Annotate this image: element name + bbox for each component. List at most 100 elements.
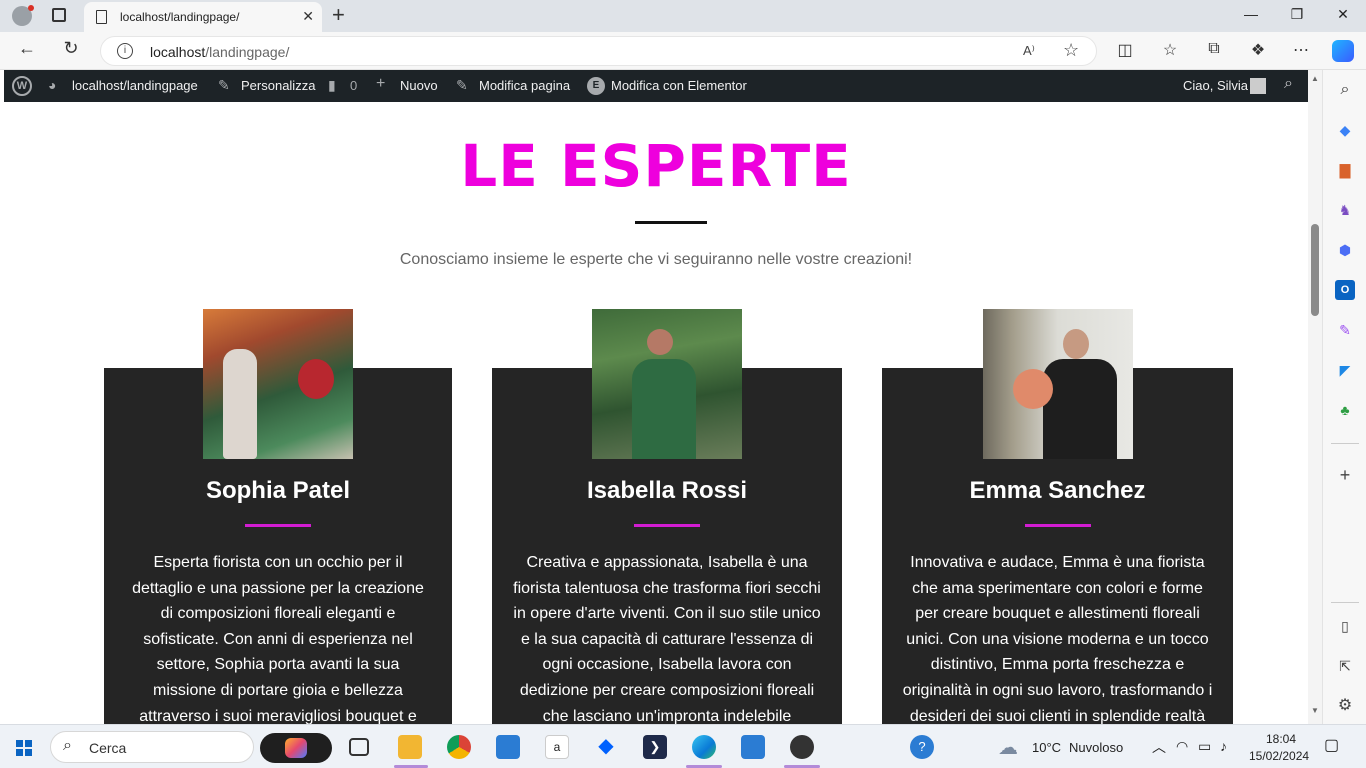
mail-icon[interactable] [741, 735, 765, 759]
expert-bio: Creativa e appassionata, Isabella è una … [513, 554, 821, 724]
brush-icon: ✎ [218, 77, 230, 93]
tray-chevron-icon[interactable]: ︿ [1152, 737, 1166, 757]
scroll-down-icon[interactable]: ▼ [1311, 706, 1319, 715]
powershell-icon[interactable]: ❯ [643, 735, 667, 759]
new-tab-button[interactable]: + [332, 2, 345, 28]
avatar[interactable] [1250, 78, 1266, 94]
search-icon[interactable]: ⌕ [1284, 75, 1293, 93]
edge-sidebar: ⌕ ◆ ▇ ♞ ⬢ O ✎ ◤ ♣ + ▯ ⇱ ⚙ [1322, 70, 1366, 724]
clock-date[interactable]: 15/02/2024 [1249, 749, 1309, 763]
browser-tab[interactable]: localhost/landingpage/ ✕ [84, 2, 322, 32]
browser-tab-strip: localhost/landingpage/ ✕ + — ❐ ✕ [0, 0, 1366, 32]
file-explorer-icon[interactable] [398, 735, 422, 759]
designer-icon[interactable]: ✎ [1335, 320, 1355, 340]
copilot-icon[interactable] [1332, 40, 1354, 62]
collections-icon[interactable]: ⧉ [1203, 40, 1225, 58]
dropbox-icon[interactable]: ◆ [594, 735, 618, 759]
sidebar-divider [1331, 602, 1359, 603]
help-icon[interactable]: ? [910, 735, 934, 759]
start-windows-icon[interactable] [16, 740, 32, 756]
favorites-icon[interactable]: ☆ [1159, 40, 1181, 60]
tools-briefcase-icon[interactable]: ▇ [1335, 160, 1355, 180]
wp-admin-bar: W ◕ localhost/landingpage ✎ Personalizza… [4, 70, 1308, 102]
address-bar[interactable]: i localhost/landingpage/ A⁾ ☆ [100, 36, 1097, 66]
windows-taskbar: ⌕ Cerca a ◆ ❯ ? ☁ 10°C Nuvoloso ︿ ◠ ▭ ♪ … [0, 724, 1366, 768]
admin-site-link[interactable]: localhost/landingpage [72, 78, 198, 93]
section-subtitle: Conosciamo insieme le esperte che vi seg… [399, 251, 913, 268]
wifi-icon[interactable]: ◠ [1176, 738, 1188, 755]
add-icon[interactable]: + [1335, 465, 1355, 485]
settings-gear-icon[interactable]: ⚙ [1335, 696, 1355, 716]
page-favicon-icon [96, 10, 107, 24]
weather-desc[interactable]: Nuvoloso [1069, 740, 1123, 755]
search-icon[interactable]: ⌕ [1335, 80, 1355, 100]
site-info-icon[interactable]: i [117, 43, 133, 59]
notifications-icon[interactable]: ▢ [1324, 735, 1339, 755]
hide-sidebar-icon[interactable]: ▯ [1335, 616, 1355, 636]
comments-count[interactable]: 0 [350, 78, 357, 93]
clock-time[interactable]: 18:04 [1266, 732, 1296, 746]
github-icon[interactable] [790, 735, 814, 759]
expert-bio: Esperta fiorista con un occhio per il de… [132, 554, 424, 724]
more-menu-icon[interactable]: ⋯ [1290, 40, 1312, 60]
task-view-icon[interactable] [349, 738, 369, 756]
extensions-icon[interactable]: ❖ [1247, 40, 1269, 60]
weather-temp[interactable]: 10°C [1032, 740, 1061, 755]
refresh-icon[interactable]: ↻ [60, 38, 82, 59]
wordpress-logo-icon[interactable]: W [12, 76, 32, 96]
battery-icon[interactable]: ▭ [1198, 738, 1211, 755]
weather-cloud-icon[interactable]: ☁ [998, 735, 1018, 760]
tree-icon[interactable]: ♣ [1335, 400, 1355, 420]
favorite-star-icon[interactable]: ☆ [1063, 40, 1079, 61]
volume-icon[interactable]: ♪ [1220, 738, 1227, 754]
store-icon[interactable] [496, 735, 520, 759]
page-content: LE ESPERTE Conosciamo insieme le esperte… [4, 102, 1308, 724]
games-chess-icon[interactable]: ♞ [1335, 200, 1355, 220]
shopping-tag-icon[interactable]: ◆ [1335, 120, 1355, 140]
restore-button[interactable]: ❐ [1274, 6, 1320, 23]
vertical-scrollbar[interactable]: ▲ ▼ [1308, 70, 1322, 724]
expert-bio: Innovativa e audace, Emma è una fiorista… [902, 554, 1213, 724]
expert-name: Sophia Patel [205, 477, 351, 504]
scrollbar-thumb[interactable] [1311, 224, 1319, 316]
external-link-icon[interactable]: ⇱ [1335, 656, 1355, 676]
user-greeting[interactable]: Ciao, Silvia [1183, 78, 1248, 93]
expert-name: Isabella Rossi [586, 477, 748, 504]
url-path: /landingpage/ [205, 44, 290, 60]
expert-divider [245, 524, 311, 527]
search-label: Cerca [89, 740, 127, 756]
tab-title: localhost/landingpage/ [120, 10, 240, 24]
drop-icon[interactable]: ◤ [1335, 360, 1355, 380]
section-heading: LE ESPERTE [460, 132, 852, 200]
copilot-taskbar-icon[interactable] [260, 733, 332, 763]
read-aloud-icon[interactable]: A⁾ [1023, 43, 1035, 59]
expert-divider [1025, 524, 1091, 527]
search-icon: ⌕ [63, 737, 72, 754]
outlook-icon[interactable]: O [1335, 280, 1355, 300]
dashboard-icon: ◕ [48, 77, 57, 93]
microsoft365-icon[interactable]: ⬢ [1335, 240, 1355, 260]
comments-icon: ▮ [328, 77, 336, 93]
taskbar-search[interactable]: ⌕ Cerca [50, 731, 254, 763]
chrome-icon[interactable] [447, 735, 471, 759]
tab-close-icon[interactable]: ✕ [302, 8, 314, 25]
minimize-button[interactable]: — [1228, 6, 1274, 22]
edit-page-link[interactable]: Modifica pagina [479, 78, 570, 93]
scroll-up-icon[interactable]: ▲ [1311, 74, 1319, 83]
split-screen-icon[interactable]: ◫ [1114, 40, 1136, 60]
close-window-button[interactable]: ✕ [1320, 6, 1366, 23]
new-content-link[interactable]: Nuovo [400, 78, 438, 93]
amazon-icon[interactable]: a [545, 735, 569, 759]
back-icon[interactable]: ← [16, 38, 38, 59]
browser-toolbar: ← ↻ i localhost/landingpage/ A⁾ ☆ ◫ ☆ ⧉ … [0, 32, 1366, 70]
expert-divider [634, 524, 700, 527]
plus-icon: + [376, 75, 386, 92]
notification-dot [28, 5, 34, 11]
expert-photo [592, 309, 742, 459]
edit-elementor-link[interactable]: Modifica con Elementor [611, 78, 747, 93]
edge-icon[interactable] [692, 735, 716, 759]
customize-link[interactable]: Personalizza [241, 78, 315, 93]
tab-actions-icon[interactable] [52, 8, 66, 22]
pencil-icon: ✎ [456, 77, 468, 93]
expert-photo [203, 309, 353, 459]
